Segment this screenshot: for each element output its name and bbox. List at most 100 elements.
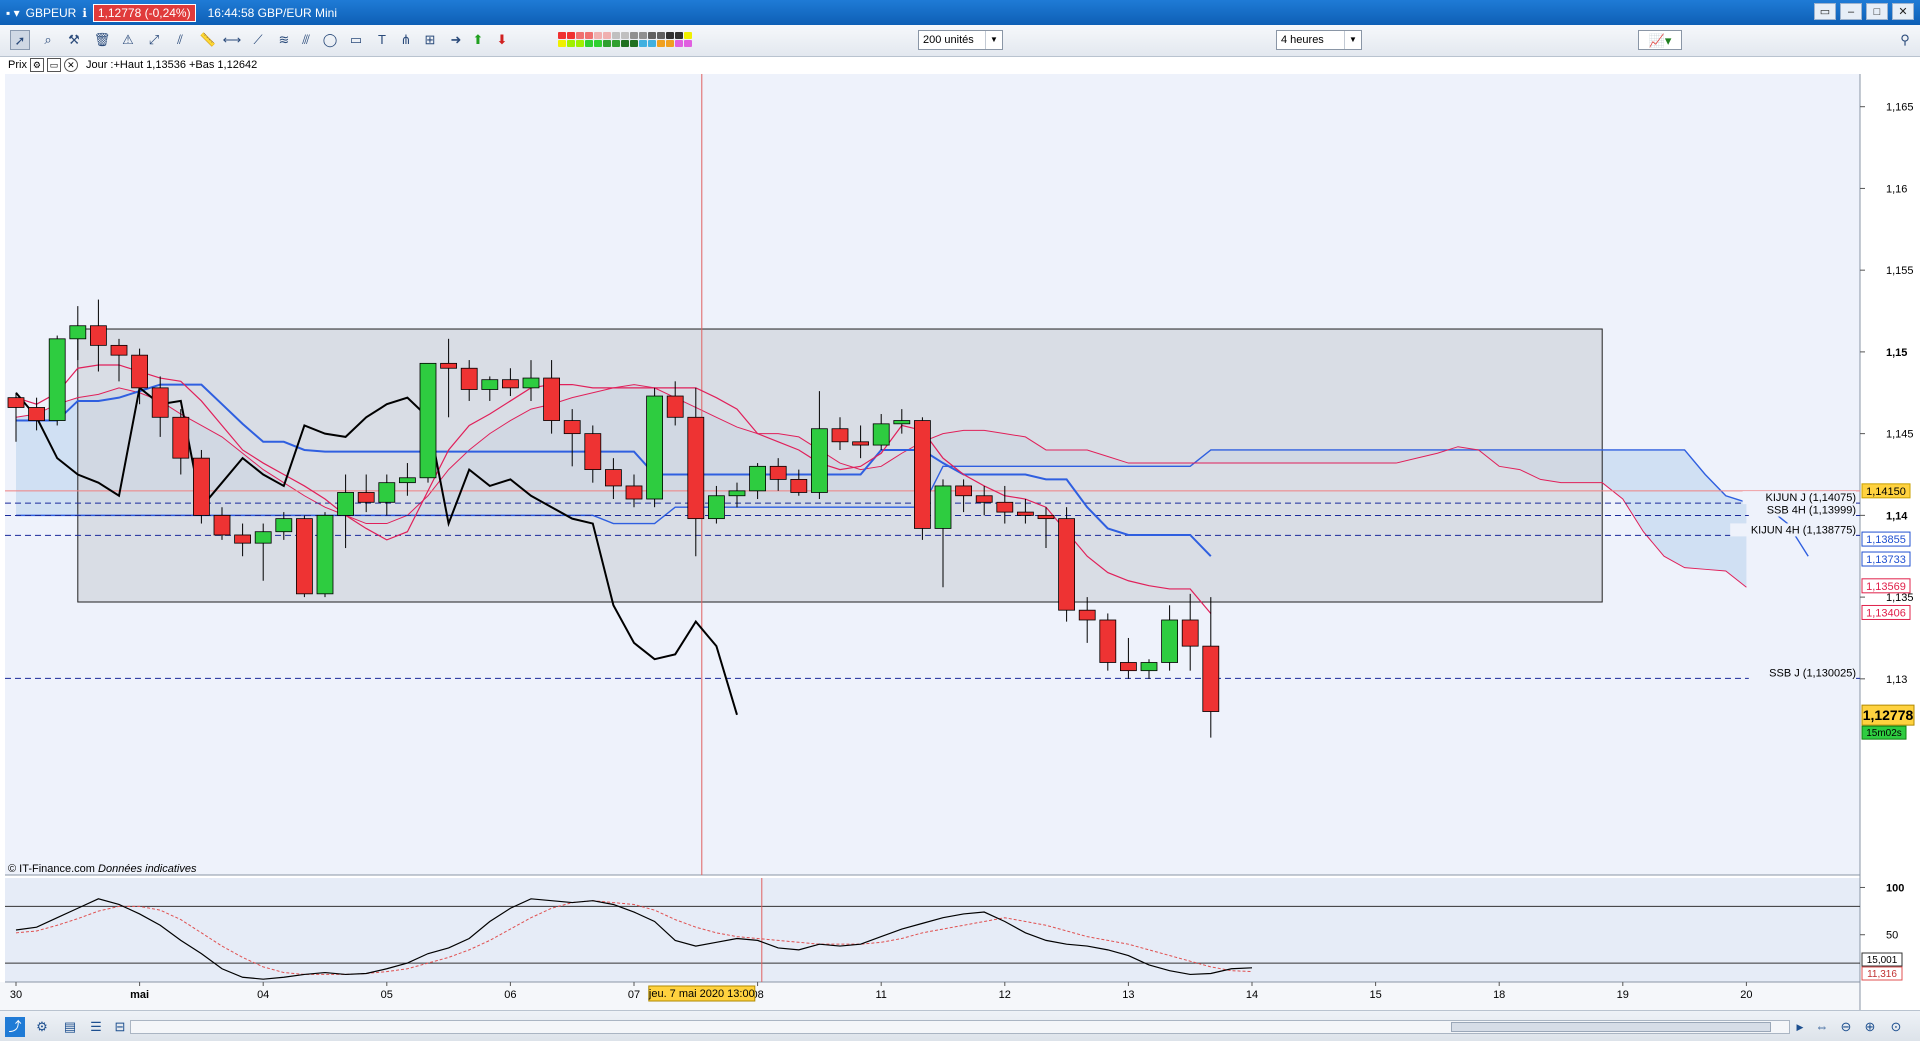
time-axis-bg: [0, 982, 1860, 1010]
candle-body: [852, 441, 869, 446]
candle-body: [687, 416, 705, 520]
osc-tick-label: 100: [1886, 882, 1904, 894]
y-tick-label: 1,16: [1886, 183, 1907, 195]
candle-body: [1037, 514, 1055, 520]
candle-body: [378, 482, 396, 503]
candle-body: [254, 531, 272, 544]
y-tick-label: 1,145: [1886, 429, 1914, 441]
x-tick-label: 12: [999, 989, 1011, 1001]
candle-body: [295, 518, 313, 595]
y-tick-label: 1,165: [1886, 102, 1914, 114]
candle-body: [893, 420, 911, 425]
osc-value-label: 15,001: [1867, 955, 1898, 966]
candle-body: [975, 495, 993, 503]
candle-body: [1181, 619, 1199, 647]
zoom-out-icon[interactable]: ⊖: [1836, 1017, 1856, 1037]
x-tick-label: 15: [1369, 989, 1381, 1001]
drawings-icon[interactable]: ▤: [60, 1017, 80, 1037]
horizontal-scrollbar[interactable]: [130, 1020, 1790, 1034]
candle-body: [28, 407, 46, 421]
timer-label: 15m02s: [1866, 728, 1902, 739]
candle-body: [213, 514, 231, 536]
candle-body: [666, 395, 684, 418]
candle-body: [481, 379, 499, 390]
x-tick-label: 14: [1246, 989, 1258, 1001]
share-icon[interactable]: ⤴: [5, 1017, 25, 1037]
candle-body: [769, 465, 787, 480]
candle-body: [1058, 518, 1075, 611]
candle-body: [234, 534, 252, 544]
x-tick-label: 19: [1617, 989, 1629, 1001]
level-label: KIJUN 4H (1,138775): [1751, 524, 1856, 536]
candle-body: [69, 325, 87, 340]
scrollbar-thumb[interactable]: [1451, 1022, 1771, 1032]
candle-body: [522, 377, 540, 389]
candle-body: [192, 457, 210, 516]
candle-body: [584, 433, 602, 470]
candle-body: [728, 490, 746, 497]
candle-body: [996, 501, 1014, 513]
x-tick-label: 07: [628, 989, 640, 1001]
candle-body: [1017, 511, 1034, 516]
data-note: Données indicatives: [98, 863, 197, 875]
candle-body: [316, 514, 334, 595]
x-tick-label: 06: [504, 989, 516, 1001]
oscillator-panel-bg: [5, 878, 1860, 982]
price-tag-label: 1,14150: [1866, 486, 1906, 498]
candle-body: [48, 338, 66, 421]
scroll-right-icon[interactable]: ▶: [1790, 1017, 1810, 1037]
osc-tick-label: 50: [1886, 930, 1898, 942]
candle-body: [790, 479, 808, 493]
price-tag-label: 1,13406: [1866, 607, 1906, 619]
candle-body: [1099, 619, 1117, 663]
indicators-icon[interactable]: ⚙: [32, 1017, 52, 1037]
chart-area[interactable]: 1,165 1,16 1,155 1,15 1,145 1,14 1,135 1,13 KIJU…: [0, 0, 1920, 1010]
candle-body: [90, 325, 107, 346]
x-tick-label: mai: [130, 989, 149, 1001]
candle-body: [955, 485, 972, 497]
candle-body: [1202, 645, 1220, 712]
grid-icon[interactable]: ⊟: [110, 1017, 130, 1037]
price-tag-label: 1,13569: [1866, 581, 1906, 593]
candle-body: [357, 492, 375, 503]
candle-body: [337, 492, 355, 516]
candle-body: [151, 387, 169, 418]
x-tick-label: 13: [1122, 989, 1134, 1001]
candle-body: [1120, 662, 1137, 672]
candle-body: [708, 495, 725, 520]
x-tick-label: 18: [1493, 989, 1505, 1001]
candle-body: [934, 485, 952, 529]
fit-icon[interactable]: ⇔: [1812, 1017, 1832, 1037]
y-tick-label: 1,155: [1886, 265, 1914, 277]
candle-body: [563, 420, 581, 435]
candle-body: [1078, 609, 1096, 621]
candle-body: [110, 344, 128, 356]
candle-body: [605, 469, 622, 487]
level-label: SSB 4H (1,13999): [1767, 505, 1856, 517]
x-tick-label: 04: [257, 989, 269, 1001]
candle-body: [646, 395, 663, 500]
bottom-bar: ⤴ ⚙ ▤ ☰ ⊟ ▶ ⇔ ⊖ ⊕ ⊙: [0, 1010, 1920, 1041]
y-tick-label: 1,13: [1886, 674, 1907, 686]
level-label: KIJUN J (1,14075): [1766, 492, 1856, 504]
candle-body: [440, 362, 458, 369]
candle-body: [1161, 619, 1178, 663]
candle-body: [7, 397, 25, 408]
x-tick-label: 05: [381, 989, 393, 1001]
osc-value-label: 11,316: [1867, 969, 1897, 980]
current-price-label: 1,12778: [1863, 707, 1914, 723]
level-label: SSB J (1,130025): [1769, 667, 1856, 679]
list-icon[interactable]: ☰: [86, 1017, 106, 1037]
price-tag-label: 1,13733: [1866, 554, 1906, 566]
candle-body: [131, 354, 149, 389]
source-label: © IT-Finance.com Données indicatives: [8, 863, 197, 875]
crosshair-date-label: jeu. 7 mai 2020 13:00: [648, 988, 755, 1000]
x-tick-label: 20: [1740, 989, 1752, 1001]
zoom-in-icon[interactable]: ⊕: [1860, 1017, 1880, 1037]
candle-body: [811, 428, 828, 493]
candle-body: [419, 362, 437, 479]
candle-body: [501, 379, 519, 389]
candle-body: [543, 377, 560, 421]
y-tick-label: 1,15: [1886, 347, 1907, 359]
zoom-reset-icon[interactable]: ⊙: [1886, 1017, 1906, 1037]
